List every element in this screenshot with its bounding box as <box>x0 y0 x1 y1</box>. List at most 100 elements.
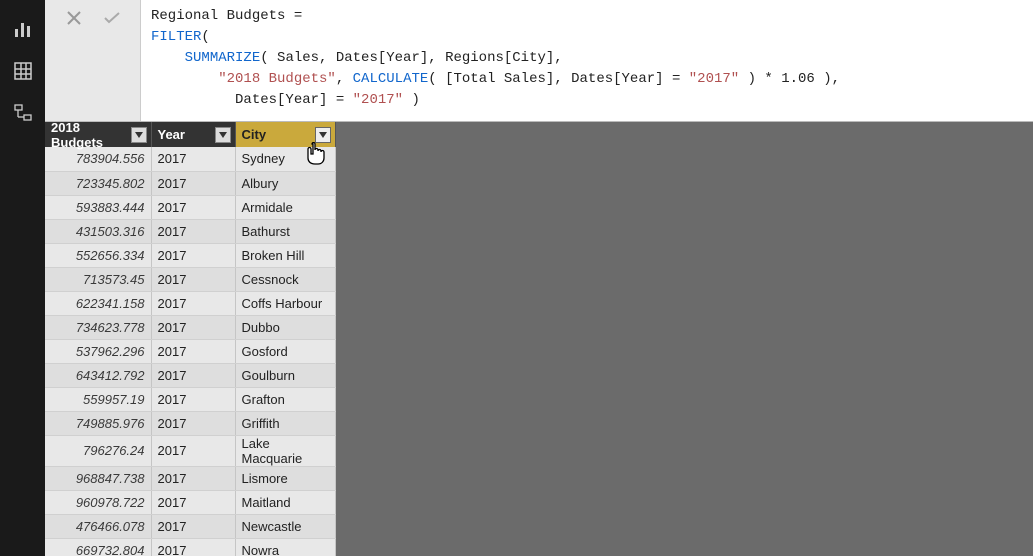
table-row[interactable]: 643412.7922017Goulburn <box>45 363 335 387</box>
dax-filter-val: "2017" <box>353 92 403 108</box>
cell-city[interactable]: Broken Hill <box>235 243 335 267</box>
table-row[interactable]: 968847.7382017Lismore <box>45 466 335 490</box>
cell-city[interactable]: Coffs Harbour <box>235 291 335 315</box>
formula-bar-row: Regional Budgets = FILTER( SUMMARIZE( Sa… <box>45 0 1033 122</box>
cell-year[interactable]: 2017 <box>151 490 235 514</box>
table-row[interactable]: 960978.7222017Maitland <box>45 490 335 514</box>
cell-city[interactable]: Lismore <box>235 466 335 490</box>
table-row[interactable]: 559957.192017Grafton <box>45 387 335 411</box>
cell-budget[interactable]: 431503.316 <box>45 219 151 243</box>
view-sidebar <box>0 0 45 556</box>
close-icon <box>66 10 82 26</box>
data-table: 2018 Budgets Year <box>45 122 336 556</box>
check-icon <box>103 10 121 26</box>
column-header-budget[interactable]: 2018 Budgets <box>45 122 151 147</box>
cell-budget[interactable]: 749885.976 <box>45 411 151 435</box>
table-row[interactable]: 537962.2962017Gosford <box>45 339 335 363</box>
model-view-button[interactable] <box>8 98 38 128</box>
cell-year[interactable]: 2017 <box>151 339 235 363</box>
dax-dates-year: Dates[Year] <box>571 71 663 87</box>
table-row[interactable]: 749885.9762017Griffith <box>45 411 335 435</box>
cell-budget[interactable]: 476466.078 <box>45 514 151 538</box>
cell-budget[interactable]: 552656.334 <box>45 243 151 267</box>
cell-city[interactable]: Griffith <box>235 411 335 435</box>
cell-city[interactable]: Armidale <box>235 195 335 219</box>
cell-budget[interactable]: 537962.296 <box>45 339 151 363</box>
data-view-button[interactable] <box>8 56 38 86</box>
table-row[interactable]: 476466.0782017Newcastle <box>45 514 335 538</box>
cell-year[interactable]: 2017 <box>151 363 235 387</box>
report-view-button[interactable] <box>8 14 38 44</box>
cell-year[interactable]: 2017 <box>151 267 235 291</box>
formula-controls <box>45 0 140 121</box>
cell-year[interactable]: 2017 <box>151 387 235 411</box>
cell-city[interactable]: Cessnock <box>235 267 335 291</box>
cell-year[interactable]: 2017 <box>151 219 235 243</box>
formula-bar[interactable]: Regional Budgets = FILTER( SUMMARIZE( Sa… <box>140 0 1033 121</box>
cell-year[interactable]: 2017 <box>151 195 235 219</box>
table-row[interactable]: 593883.4442017Armidale <box>45 195 335 219</box>
dax-summarize-args: ( Sales, Dates[Year], Regions[City], <box>260 50 562 66</box>
cell-budget[interactable]: 734623.778 <box>45 315 151 339</box>
cell-budget[interactable]: 593883.444 <box>45 195 151 219</box>
table-row[interactable]: 796276.242017Lake Macquarie <box>45 435 335 466</box>
column-header-label: 2018 Budgets <box>51 122 131 150</box>
chevron-down-icon <box>219 132 227 138</box>
chevron-down-icon <box>135 132 143 138</box>
formula-commit-button[interactable] <box>102 8 122 28</box>
table-row[interactable]: 713573.452017Cessnock <box>45 267 335 291</box>
cell-year[interactable]: 2017 <box>151 315 235 339</box>
cell-budget[interactable]: 960978.722 <box>45 490 151 514</box>
cell-year[interactable]: 2017 <box>151 171 235 195</box>
cell-city[interactable]: Bathurst <box>235 219 335 243</box>
cell-year[interactable]: 2017 <box>151 291 235 315</box>
cell-city[interactable]: Maitland <box>235 490 335 514</box>
table-row[interactable]: 783904.5562017Sydney <box>45 147 335 171</box>
cell-budget[interactable]: 783904.556 <box>45 147 151 171</box>
formula-name: Regional Budgets <box>151 8 285 24</box>
table-row[interactable]: 734623.7782017Dubbo <box>45 315 335 339</box>
cell-city[interactable]: Sydney <box>235 147 335 171</box>
cell-budget[interactable]: 643412.792 <box>45 363 151 387</box>
cell-city[interactable]: Gosford <box>235 339 335 363</box>
cell-year[interactable]: 2017 <box>151 411 235 435</box>
cell-year[interactable]: 2017 <box>151 538 235 556</box>
cell-city[interactable]: Grafton <box>235 387 335 411</box>
column-filter-button[interactable] <box>315 127 331 143</box>
cell-year[interactable]: 2017 <box>151 466 235 490</box>
dax-summarize: SUMMARIZE <box>185 50 261 66</box>
table-row[interactable]: 669732.8042017Nowra <box>45 538 335 556</box>
cell-city[interactable]: Goulburn <box>235 363 335 387</box>
cell-budget[interactable]: 559957.19 <box>45 387 151 411</box>
cell-year[interactable]: 2017 <box>151 514 235 538</box>
chevron-down-icon <box>319 132 327 138</box>
cell-budget[interactable]: 723345.802 <box>45 171 151 195</box>
cell-year[interactable]: 2017 <box>151 435 235 466</box>
table-row[interactable]: 431503.3162017Bathurst <box>45 219 335 243</box>
cell-year[interactable]: 2017 <box>151 243 235 267</box>
formula-cancel-button[interactable] <box>64 8 84 28</box>
cell-budget[interactable]: 622341.158 <box>45 291 151 315</box>
data-grid-area: 2018 Budgets Year <box>45 122 1033 556</box>
column-filter-button[interactable] <box>215 127 231 143</box>
column-filter-button[interactable] <box>131 127 146 143</box>
cell-city[interactable]: Nowra <box>235 538 335 556</box>
cell-city[interactable]: Albury <box>235 171 335 195</box>
table-row[interactable]: 622341.1582017Coffs Harbour <box>45 291 335 315</box>
cell-year[interactable]: 2017 <box>151 147 235 171</box>
dax-filter-col: Dates[Year] <box>235 92 327 108</box>
column-header-city[interactable]: City <box>235 122 335 147</box>
cell-city[interactable]: Newcastle <box>235 514 335 538</box>
column-header-label: Year <box>158 127 185 142</box>
table-row[interactable]: 723345.8022017Albury <box>45 171 335 195</box>
cell-budget[interactable]: 796276.24 <box>45 435 151 466</box>
cell-city[interactable]: Dubbo <box>235 315 335 339</box>
table-row[interactable]: 552656.3342017Broken Hill <box>45 243 335 267</box>
dax-multiplier: 1.06 <box>781 71 815 87</box>
cell-budget[interactable]: 669732.804 <box>45 538 151 556</box>
cell-city[interactable]: Lake Macquarie <box>235 435 335 466</box>
cell-budget[interactable]: 968847.738 <box>45 466 151 490</box>
column-header-year[interactable]: Year <box>151 122 235 147</box>
cell-budget[interactable]: 713573.45 <box>45 267 151 291</box>
dax-col-name: "2018 Budgets" <box>218 71 336 87</box>
